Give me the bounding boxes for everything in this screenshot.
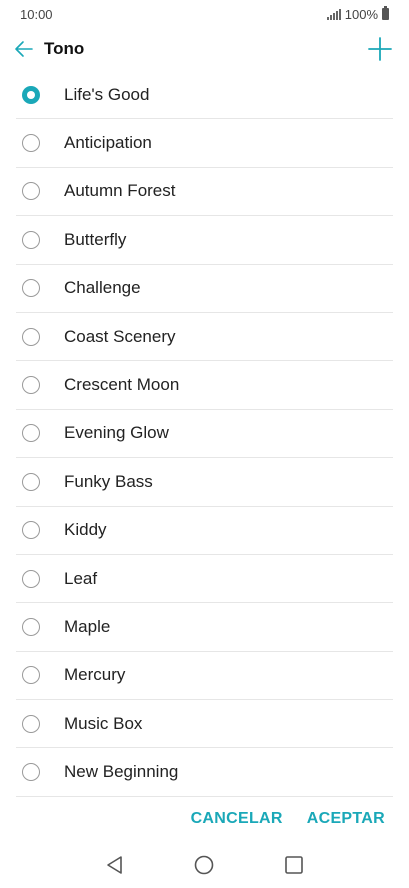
list-item[interactable]: Leaf — [16, 555, 393, 604]
nav-back-button[interactable] — [101, 851, 129, 879]
battery-icon — [382, 6, 389, 20]
radio-unselected-icon[interactable] — [22, 763, 40, 782]
radio-unselected-icon[interactable] — [22, 424, 40, 443]
list-item[interactable]: Coast Scenery — [16, 313, 393, 362]
list-item-label: Mercury — [64, 665, 126, 685]
list-item[interactable]: Mercury — [16, 652, 393, 701]
radio-unselected-icon[interactable] — [22, 617, 40, 636]
list-item[interactable]: Challenge — [16, 265, 393, 313]
radio-selected-icon[interactable] — [22, 85, 40, 104]
list-item-label: Maple — [64, 616, 111, 636]
square-recent-icon — [285, 855, 303, 874]
radio-unselected-icon[interactable] — [22, 182, 40, 201]
status-bar: 10:00 100% — [0, 0, 409, 28]
list-item-label: Life's Good — [64, 84, 150, 104]
list-item[interactable]: New Beginning — [16, 748, 393, 797]
battery-percent: 100% — [344, 6, 378, 22]
list-item-label: Autumn Forest — [64, 181, 176, 201]
list-item-label: Butterfly — [64, 229, 127, 249]
radio-unselected-icon[interactable] — [22, 472, 40, 491]
radio-unselected-icon[interactable] — [22, 666, 40, 685]
list-item-label: Kiddy — [64, 520, 107, 540]
list-item[interactable]: Funky Bass — [16, 458, 393, 507]
circle-home-icon — [195, 855, 214, 874]
list-item[interactable]: Autumn Forest — [16, 168, 393, 217]
accept-button[interactable]: ACEPTAR — [307, 810, 385, 828]
list-item-label: Funky Bass — [64, 471, 153, 491]
radio-unselected-icon[interactable] — [22, 569, 40, 588]
radio-unselected-icon[interactable] — [22, 279, 40, 298]
list-item[interactable]: Crescent Moon — [16, 361, 393, 410]
ringtone-list: Life's Good Anticipation Autumn Forest Butt… — [0, 71, 409, 797]
status-indicators: 100% — [326, 6, 389, 22]
radio-unselected-icon[interactable] — [22, 327, 40, 346]
plus-icon — [368, 37, 392, 61]
list-item-label: Leaf — [64, 568, 98, 588]
radio-unselected-icon[interactable] — [22, 521, 40, 540]
cancel-button[interactable]: CANCELAR — [191, 810, 283, 828]
signal-icon — [326, 8, 341, 20]
arrow-left-icon — [15, 41, 33, 57]
triangle-back-icon — [107, 855, 122, 874]
app-header: Tono — [0, 28, 409, 70]
list-item[interactable]: Music Box — [16, 700, 393, 749]
list-item-label: Music Box — [64, 713, 143, 733]
list-item[interactable]: Evening Glow — [16, 410, 393, 459]
page-title: Tono — [44, 39, 85, 58]
list-item-label: Crescent Moon — [64, 375, 180, 395]
radio-unselected-icon[interactable] — [22, 714, 40, 733]
system-nav-bar — [0, 841, 409, 888]
dialog-actions: CANCELAR ACEPTAR — [0, 797, 409, 841]
back-button[interactable] — [12, 37, 36, 61]
radio-unselected-icon[interactable] — [22, 230, 40, 249]
nav-recent-button[interactable] — [280, 851, 308, 879]
list-item[interactable]: Butterfly — [16, 216, 393, 265]
radio-unselected-icon[interactable] — [22, 376, 40, 395]
radio-unselected-icon[interactable] — [22, 134, 40, 153]
list-item[interactable]: Anticipation — [16, 119, 393, 168]
status-time: 10:00 — [20, 6, 53, 22]
add-ringtone-button[interactable] — [367, 36, 393, 62]
list-item-label: Coast Scenery — [64, 326, 176, 346]
list-item-label: Challenge — [64, 278, 141, 298]
list-item[interactable]: Kiddy — [16, 507, 393, 555]
list-item[interactable]: Maple — [16, 603, 393, 652]
list-item-label: Evening Glow — [64, 423, 169, 443]
list-item-label: New Beginning — [64, 762, 179, 782]
list-item-label: Anticipation — [64, 133, 152, 153]
nav-home-button[interactable] — [190, 851, 218, 879]
list-item[interactable]: Life's Good — [16, 71, 393, 120]
